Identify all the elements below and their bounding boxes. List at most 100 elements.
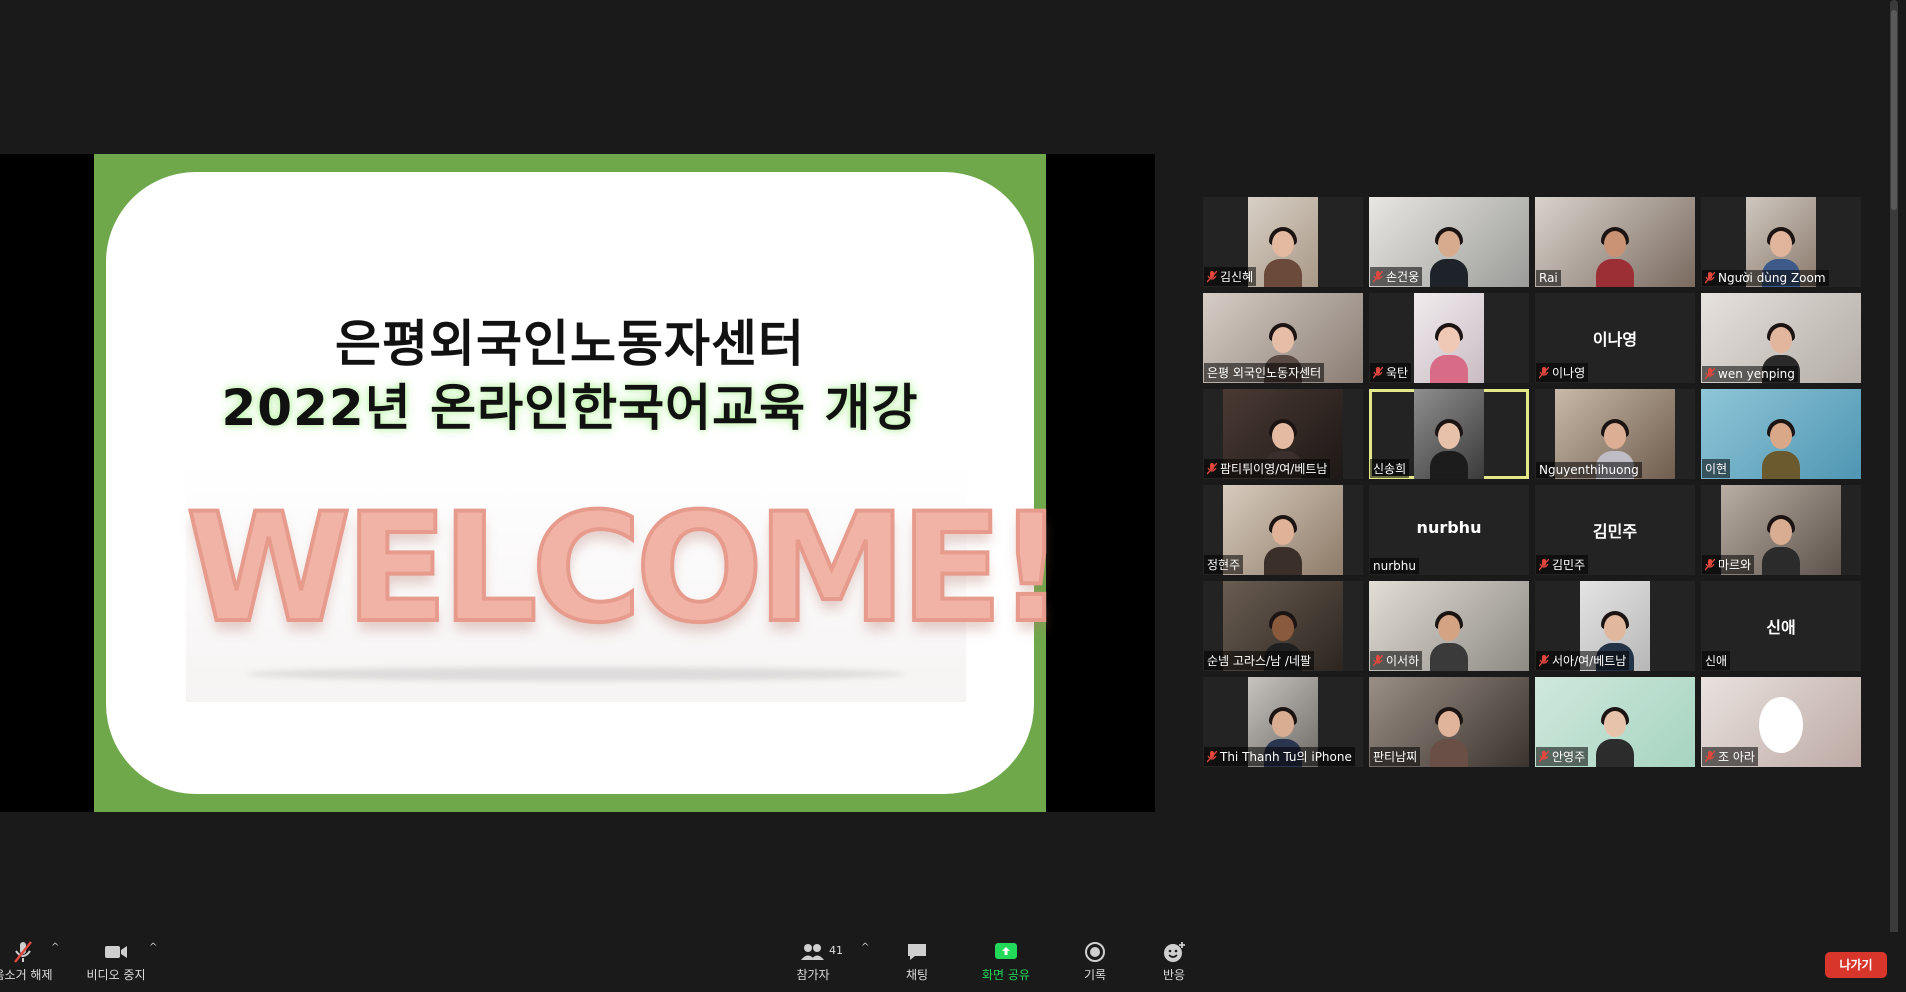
- participant-tile[interactable]: nurbhu nurbhu: [1369, 485, 1529, 575]
- video-options-caret[interactable]: ^: [149, 942, 157, 953]
- participant-tile-active-speaker[interactable]: 신송희: [1369, 389, 1529, 479]
- reactions-button[interactable]: 반응: [1137, 940, 1211, 983]
- participant-name-label: 이현: [1702, 459, 1731, 478]
- participant-tile[interactable]: 마르와: [1701, 485, 1861, 575]
- muted-mic-icon: [1207, 750, 1217, 763]
- scrollbar-thumb[interactable]: [1891, 10, 1897, 210]
- participant-tile[interactable]: 정현주: [1203, 485, 1363, 575]
- participant-name-label: 순넴 고라스/남 /네팔: [1204, 651, 1315, 670]
- unmute-label: 음소거 해제: [0, 968, 53, 982]
- participant-tile[interactable]: 김민주 김민주: [1535, 485, 1695, 575]
- participant-figure: [1596, 707, 1634, 767]
- participant-tile[interactable]: 안영주: [1535, 677, 1695, 767]
- participant-figure: [1596, 227, 1634, 287]
- participant-name-label: 이서하: [1370, 651, 1423, 670]
- participant-tile[interactable]: 순넴 고라스/남 /네팔: [1203, 581, 1363, 671]
- muted-mic-icon: [1539, 654, 1549, 667]
- participant-name-label: 정현주: [1204, 555, 1244, 574]
- participant-figure: [1430, 707, 1468, 767]
- participants-options-caret[interactable]: ^: [861, 942, 869, 953]
- participant-figure: [1430, 419, 1468, 479]
- participant-video: [1414, 389, 1484, 479]
- record-button[interactable]: 기록: [1058, 940, 1132, 983]
- muted-mic-icon: [1705, 750, 1715, 763]
- participant-tile[interactable]: 조 아라: [1701, 677, 1861, 767]
- participant-tile[interactable]: Rai: [1535, 197, 1695, 287]
- participant-tile[interactable]: 신애 신애: [1701, 581, 1861, 671]
- participant-name-label: wen yenping: [1702, 366, 1798, 382]
- participant-name-label: Người dùng Zoom: [1702, 270, 1829, 286]
- meeting-toolbar: 음소거 해제 ^ 비디오 중지 ^ 참가자 41 ^ 채팅 화면 공유 기록 반…: [0, 932, 1906, 992]
- participant-tile[interactable]: Người dùng Zoom: [1701, 197, 1861, 287]
- participant-name-label: 김민주: [1536, 555, 1589, 574]
- participant-center-name: nurbhu: [1416, 518, 1482, 537]
- participant-name-label: 이나영: [1536, 363, 1589, 382]
- audio-options-caret[interactable]: ^: [51, 942, 59, 953]
- leave-meeting-button[interactable]: 나가기: [1825, 952, 1887, 978]
- stop-video-label: 비디오 중지: [86, 968, 146, 982]
- video-camera-icon: [105, 946, 127, 958]
- welcome-image: WELCOME!: [184, 462, 1067, 702]
- participant-figure: [1264, 227, 1302, 287]
- participant-name-label: 손건웅: [1370, 267, 1423, 286]
- reactions-label: 반응: [1162, 968, 1186, 982]
- muted-mic-icon: [1373, 366, 1383, 379]
- participant-tile[interactable]: 손건웅: [1369, 197, 1529, 287]
- participant-name-label: nurbhu: [1370, 558, 1419, 574]
- share-screen-button[interactable]: 화면 공유: [969, 940, 1043, 983]
- participant-count: 41: [829, 944, 843, 957]
- participant-name-label: Nguyenthihuong: [1536, 462, 1642, 478]
- participant-tile[interactable]: 팜티튀이영/여/베트남: [1203, 389, 1363, 479]
- participants-label: 참가자: [796, 968, 830, 982]
- participant-name-label: Thi Thanh Tu의 iPhone: [1204, 747, 1355, 766]
- share-screen-label: 화면 공유: [982, 968, 1030, 982]
- record-icon: [1085, 942, 1105, 962]
- window-scrollbar[interactable]: [1890, 0, 1898, 940]
- participant-name-label: 김신혜: [1204, 267, 1257, 286]
- participant-center-name: 이나영: [1592, 330, 1638, 349]
- participant-name-label: 서아/여/베트남: [1536, 651, 1630, 670]
- participant-video: [1414, 293, 1484, 383]
- participant-center-name: 신애: [1766, 618, 1796, 637]
- participant-tile[interactable]: wen yenping: [1701, 293, 1861, 383]
- participant-name-label: 마르와: [1702, 555, 1755, 574]
- participant-tile[interactable]: 김신혜: [1203, 197, 1363, 287]
- muted-mic-icon: [1539, 558, 1549, 571]
- stop-video-button[interactable]: 비디오 중지: [79, 940, 153, 983]
- participant-gallery: 김신혜 손건웅 Rai Người dùng Zoom 은평 외국인노동자센터 …: [1203, 197, 1863, 769]
- participant-center-name: 김민주: [1592, 522, 1638, 541]
- muted-mic-icon: [1705, 272, 1715, 284]
- presentation-slide: 은평외국인노동자센터 2022년 온라인한국어교육 개강 WELCOME!: [94, 154, 1067, 812]
- participant-figure: [1762, 419, 1800, 479]
- participant-tile[interactable]: 판티남찌: [1369, 677, 1529, 767]
- muted-mic-icon: [1539, 366, 1549, 379]
- participant-tile[interactable]: Thi Thanh Tu의 iPhone: [1203, 677, 1363, 767]
- welcome-text: WELCOME!: [184, 480, 1067, 658]
- participant-name-label: 은평 외국인노동자센터: [1204, 363, 1325, 382]
- record-label: 기록: [1083, 968, 1107, 982]
- participant-name-label: 안영주: [1536, 747, 1589, 766]
- welcome-shadow: [246, 667, 906, 681]
- participant-name-label: 신애: [1702, 651, 1731, 670]
- muted-mic-icon: [1705, 368, 1715, 380]
- slide-content: 은평외국인노동자센터 2022년 온라인한국어교육 개강 WELCOME!: [106, 172, 1067, 794]
- muted-mic-icon: [1207, 270, 1217, 283]
- chat-label: 채팅: [905, 968, 929, 982]
- muted-mic-icon: [1373, 654, 1383, 667]
- chat-bubble-icon: [908, 944, 926, 960]
- chat-button[interactable]: 채팅: [880, 940, 954, 983]
- participant-tile[interactable]: 이현: [1701, 389, 1861, 479]
- participant-tile[interactable]: 서아/여/베트남: [1535, 581, 1695, 671]
- participant-figure: [1430, 227, 1468, 287]
- participant-name-label: 조 아라: [1702, 747, 1758, 766]
- participant-tile[interactable]: 은평 외국인노동자센터: [1203, 293, 1363, 383]
- slide-subtitle: 2022년 온라인한국어교육 개강: [221, 379, 919, 437]
- participant-tile[interactable]: 이서하: [1369, 581, 1529, 671]
- participant-tile[interactable]: Nguyenthihuong: [1535, 389, 1695, 479]
- participant-figure: [1762, 515, 1800, 575]
- participants-icon: [801, 944, 824, 960]
- participant-tile[interactable]: 욱탄: [1369, 293, 1529, 383]
- muted-mic-icon: [1705, 558, 1715, 571]
- participant-tile[interactable]: 이나영 이나영: [1535, 293, 1695, 383]
- emoji-reaction-icon: [1164, 942, 1185, 962]
